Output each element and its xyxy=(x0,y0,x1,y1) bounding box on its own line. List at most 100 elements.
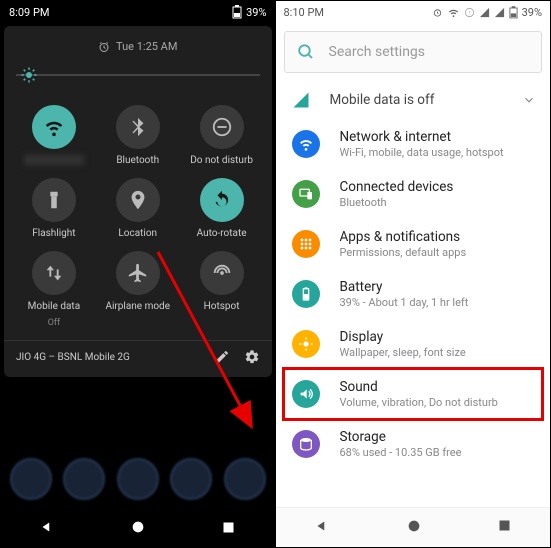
qs-tile-label: Mobile data xyxy=(28,301,81,312)
qs-tile-flashlight[interactable]: Flashlight xyxy=(12,178,96,239)
qs-tile-label: Flashlight xyxy=(32,228,75,239)
qs-tile-hotspot[interactable]: Hotspot xyxy=(180,251,264,328)
qs-tile-bluetooth[interactable]: Bluetooth xyxy=(96,105,180,166)
bluetooth-icon xyxy=(116,105,160,149)
battery-icon xyxy=(232,5,242,19)
battery-icon xyxy=(509,6,518,19)
qs-tile-label: Do not disturb xyxy=(190,155,253,166)
setting-item-display[interactable]: DisplayWallpaper, sleep, font size xyxy=(276,319,551,369)
chevron-down-icon xyxy=(522,93,536,107)
status-time: 8:09 PM xyxy=(9,6,49,19)
qs-tile-label: Airplane mode xyxy=(105,301,170,312)
alarm-text: Tue 1:25 AM xyxy=(116,40,177,53)
setting-subtitle: Bluetooth xyxy=(340,196,454,209)
alarm-row[interactable]: Tue 1:25 AM xyxy=(4,40,272,53)
qs-tile-airplane[interactable]: Airplane mode xyxy=(96,251,180,328)
suggestion-mobile-data-off[interactable]: Mobile data is off xyxy=(276,81,551,119)
svg-text:!: ! xyxy=(468,10,470,16)
setting-subtitle: Wi‑Fi, mobile, data usage, hotspot xyxy=(340,146,504,159)
slider-track xyxy=(16,74,260,76)
quick-settings-screenshot: 8:09 PM 39% Tue 1:25 AM Bluetooth Do not … xyxy=(1,1,276,547)
alarm-icon xyxy=(98,41,110,53)
suggestion-text: Mobile data is off xyxy=(330,92,435,108)
recents-button[interactable] xyxy=(218,516,240,538)
dock-app[interactable] xyxy=(63,458,105,500)
qs-tile-sublabel: Off xyxy=(48,318,60,328)
mobiledata-icon xyxy=(32,251,76,295)
setting-title: Display xyxy=(340,329,466,345)
setting-item-devices[interactable]: Connected devicesBluetooth xyxy=(276,169,551,219)
setting-item-wifi[interactable]: Network & internetWi‑Fi, mobile, data us… xyxy=(276,119,551,169)
dock-app[interactable] xyxy=(117,458,159,500)
qs-tile-label xyxy=(24,155,84,165)
signal-icon xyxy=(479,7,490,18)
alarm-icon xyxy=(432,7,443,18)
hotspot-icon xyxy=(200,251,244,295)
setting-item-battery[interactable]: Battery39% - About 1 day, 1 hr left xyxy=(276,269,551,319)
brightness-icon[interactable] xyxy=(20,66,38,84)
back-button[interactable] xyxy=(36,516,58,538)
qs-tile-grid: Bluetooth Do not disturb Flashlight Locatio… xyxy=(4,105,272,336)
setting-title: Apps & notifications xyxy=(340,229,467,245)
setting-title: Battery xyxy=(340,279,469,295)
qs-tile-rotate[interactable]: Auto-rotate xyxy=(180,178,264,239)
setting-item-storage[interactable]: Storage68% used - 10.35 GB free xyxy=(276,419,551,469)
status-time: 8:10 PM xyxy=(284,6,324,19)
dnd-icon xyxy=(200,105,244,149)
status-bar-right: 8:10 PM ! 39% xyxy=(276,1,551,23)
signal-icon xyxy=(494,7,505,18)
setting-title: Storage xyxy=(340,429,462,445)
search-placeholder: Search settings xyxy=(329,44,426,60)
home-button[interactable] xyxy=(127,516,149,538)
sound-icon xyxy=(292,380,320,408)
gear-icon[interactable] xyxy=(244,349,260,365)
battery-pct: 39% xyxy=(522,6,542,19)
airplane-icon xyxy=(116,251,160,295)
qs-tile-mobiledata[interactable]: Mobile data Off xyxy=(12,251,96,328)
qs-tile-label: Hotspot xyxy=(204,301,240,312)
signal-icon xyxy=(292,91,310,109)
wifi-icon xyxy=(447,7,460,18)
wifi-icon xyxy=(292,130,320,158)
dock-app[interactable] xyxy=(224,458,266,500)
search-icon xyxy=(297,43,315,61)
setting-title: Sound xyxy=(340,379,498,395)
storage-icon xyxy=(292,430,320,458)
qs-tile-location[interactable]: Location xyxy=(96,178,180,239)
setting-subtitle: Volume, vibration, Do not disturb xyxy=(340,396,498,409)
settings-screenshot: 8:10 PM ! 39% Search settings Mobile dat… xyxy=(276,1,551,547)
devices-icon xyxy=(292,180,320,208)
qs-tile-label: Auto-rotate xyxy=(197,228,247,239)
dock-app[interactable] xyxy=(170,458,212,500)
carrier-text: JIO 4G – BSNL Mobile 2G xyxy=(16,352,130,363)
setting-subtitle: 39% - About 1 day, 1 hr left xyxy=(340,296,469,309)
setting-item-apps[interactable]: Apps & notificationsPermissions, default… xyxy=(276,219,551,269)
quick-settings-panel: Tue 1:25 AM Bluetooth Do not disturb Flash… xyxy=(4,26,272,377)
qs-tile-wifi[interactable] xyxy=(12,105,96,166)
dock-app[interactable] xyxy=(10,458,52,500)
brightness-slider[interactable] xyxy=(16,63,260,87)
recents-button[interactable] xyxy=(497,518,512,537)
qs-tile-dnd[interactable]: Do not disturb xyxy=(180,105,264,166)
back-button[interactable] xyxy=(313,517,331,539)
battery-icon xyxy=(292,280,320,308)
display-icon xyxy=(292,330,320,358)
settings-list: Network & internetWi‑Fi, mobile, data us… xyxy=(276,119,551,469)
rotate-icon xyxy=(200,178,244,222)
battery-pct: 39% xyxy=(246,6,266,19)
navbar-light xyxy=(276,507,551,547)
setting-subtitle: 68% used - 10.35 GB free xyxy=(340,446,462,459)
setting-item-sound[interactable]: SoundVolume, vibration, Do not disturb xyxy=(276,369,551,419)
edit-icon[interactable] xyxy=(214,349,230,365)
no-sim-icon: ! xyxy=(464,7,475,18)
navbar-dark xyxy=(1,507,275,547)
flashlight-icon xyxy=(32,178,76,222)
setting-title: Connected devices xyxy=(340,179,454,195)
setting-title: Network & internet xyxy=(340,129,504,145)
home-dock xyxy=(4,451,272,507)
location-icon xyxy=(116,178,160,222)
setting-subtitle: Wallpaper, sleep, font size xyxy=(340,346,466,359)
home-button[interactable] xyxy=(406,518,422,538)
apps-icon xyxy=(292,230,320,258)
search-settings[interactable]: Search settings xyxy=(284,31,543,73)
